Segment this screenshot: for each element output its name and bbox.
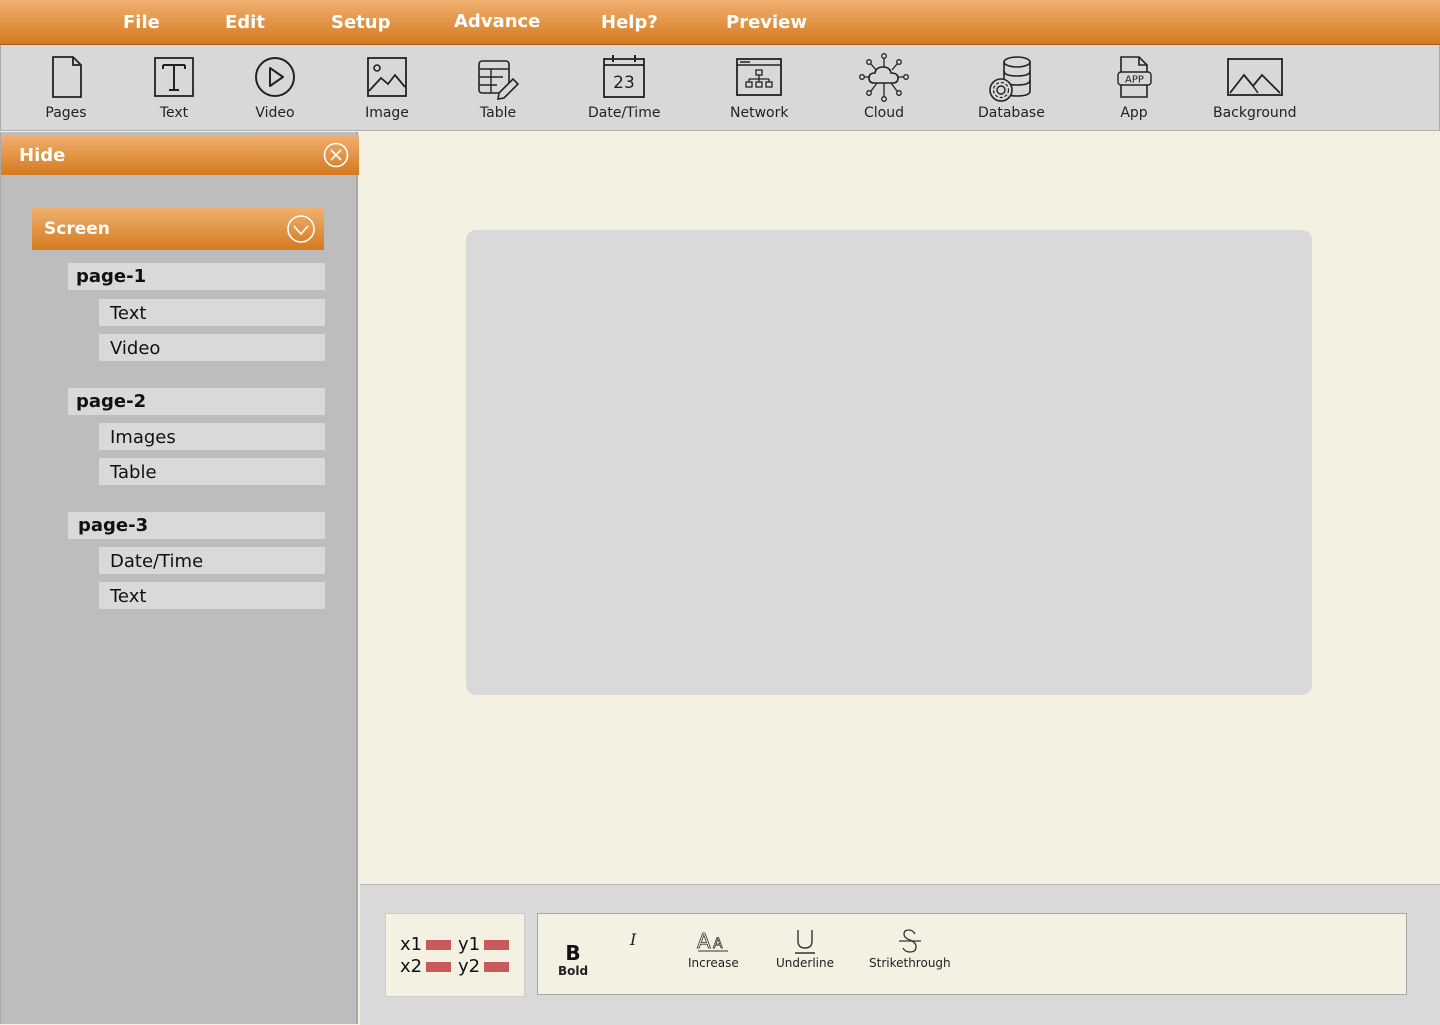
app-badge-text: APP (1125, 75, 1144, 86)
x1-value-field[interactable] (426, 940, 451, 950)
y1-value-field[interactable] (484, 940, 509, 950)
tool-datetime[interactable]: 23 Date/Time (588, 53, 660, 121)
tool-pages-label: Pages (45, 105, 87, 121)
y1-label: y1 (458, 934, 481, 955)
image-icon (367, 57, 407, 97)
increase-label: Increase (688, 956, 739, 970)
tree-page-2[interactable]: page-2 (68, 388, 325, 415)
video-icon (255, 57, 295, 97)
y2-label: y2 (458, 956, 481, 977)
tool-app-label: App (1120, 105, 1148, 121)
hide-label: Hide (19, 145, 66, 166)
tool-database-label: Database (978, 105, 1045, 121)
database-gear-icon (989, 56, 1032, 102)
tool-table-label: Table (479, 105, 517, 121)
underline-icon (794, 930, 815, 954)
tree-page-2-item[interactable]: Images (99, 423, 325, 450)
bold-icon: B (565, 941, 581, 965)
coordinates-box: x1 y1 x2 y2 (385, 913, 525, 997)
tool-cloud-label: Cloud (864, 105, 904, 121)
screen-label: Screen (44, 219, 110, 239)
calendar-day: 23 (613, 73, 635, 93)
text-format-toolbar: B Bold I AA Increase Underline Strikethr… (537, 913, 1407, 995)
x2-value-field[interactable] (426, 962, 451, 972)
properties-panel: x1 y1 x2 y2 B Bold I AA Increase Underli… (360, 884, 1440, 1025)
tool-background-label: Background (1213, 105, 1297, 121)
tree-page-1[interactable]: page-1 (68, 263, 325, 290)
text-icon (154, 57, 194, 97)
tool-video[interactable]: Video (250, 53, 300, 121)
toolbar: Pages Text Video Image Table 23 Date/Tim… (0, 45, 1440, 131)
tool-video-label: Video (255, 105, 295, 121)
bold-button[interactable]: B Bold (558, 942, 588, 978)
landscape-icon (1226, 58, 1283, 96)
tree-page-1-item[interactable]: Text (99, 299, 325, 326)
x1-label: x1 (400, 934, 423, 955)
menu-advance[interactable]: Advance (454, 11, 540, 32)
bold-label: Bold (558, 964, 589, 978)
tool-datetime-label: Date/Time (588, 105, 661, 121)
tree-page-1-item[interactable]: Video (99, 334, 325, 361)
increase-font-icon: AA (697, 929, 729, 953)
tool-table[interactable]: Table (473, 53, 523, 121)
tool-app[interactable]: APP App (1109, 53, 1159, 121)
menu-setup[interactable]: Setup (331, 12, 390, 33)
cloud-network-icon (859, 53, 909, 102)
table-edit-icon (478, 60, 520, 100)
canvas-placeholder[interactable] (466, 230, 1312, 695)
strikethrough-button[interactable]: Strikethrough (869, 926, 951, 970)
tree-page-3-item[interactable]: Text (99, 582, 325, 609)
strikethrough-label: Strikethrough (869, 956, 951, 970)
pages-icon (52, 56, 82, 98)
menu-edit[interactable]: Edit (225, 12, 265, 33)
underline-button[interactable]: Underline (776, 926, 834, 970)
svg-text:A: A (697, 929, 711, 953)
y2-value-field[interactable] (484, 962, 509, 972)
tool-database[interactable]: Database (978, 53, 1045, 121)
tree-page-3[interactable]: page-3 (68, 512, 325, 539)
hide-bar: Hide (1, 135, 359, 175)
tool-text-label: Text (159, 105, 189, 121)
menu-help[interactable]: Help? (601, 12, 658, 33)
tool-network-label: Network (730, 105, 789, 121)
tree-page-2-item[interactable]: Table (99, 458, 325, 485)
tool-text[interactable]: Text (149, 53, 199, 121)
italic-button[interactable]: I (630, 930, 636, 949)
increase-button[interactable]: AA Increase (688, 926, 739, 970)
x2-label: x2 (400, 956, 423, 977)
menu-bar: File Edit Setup Advance Help? Preview (0, 0, 1440, 45)
tree-page-3-item[interactable]: Date/Time (99, 547, 325, 574)
calendar-icon: 23 (603, 55, 646, 98)
menu-file[interactable]: File (123, 12, 160, 33)
tool-image[interactable]: Image (362, 53, 412, 121)
sidebar: Hide Screen page-1 Text Video page-2 Ima… (0, 132, 359, 1024)
svg-text:A: A (713, 936, 723, 952)
screen-section-header[interactable]: Screen (32, 208, 324, 250)
italic-icon: I (630, 930, 637, 949)
tool-image-label: Image (365, 105, 409, 121)
underline-label: Underline (776, 956, 834, 970)
tool-pages[interactable]: Pages (41, 53, 91, 121)
chevron-down-icon[interactable] (286, 214, 316, 244)
tool-network[interactable]: Network (730, 53, 788, 121)
network-icon (736, 58, 783, 96)
close-icon[interactable] (323, 142, 349, 168)
menu-preview[interactable]: Preview (726, 12, 807, 33)
app-file-icon: APP (1117, 56, 1152, 98)
strikethrough-icon (898, 929, 921, 953)
tool-background[interactable]: Background (1213, 53, 1297, 121)
tool-cloud[interactable]: Cloud (859, 53, 909, 121)
